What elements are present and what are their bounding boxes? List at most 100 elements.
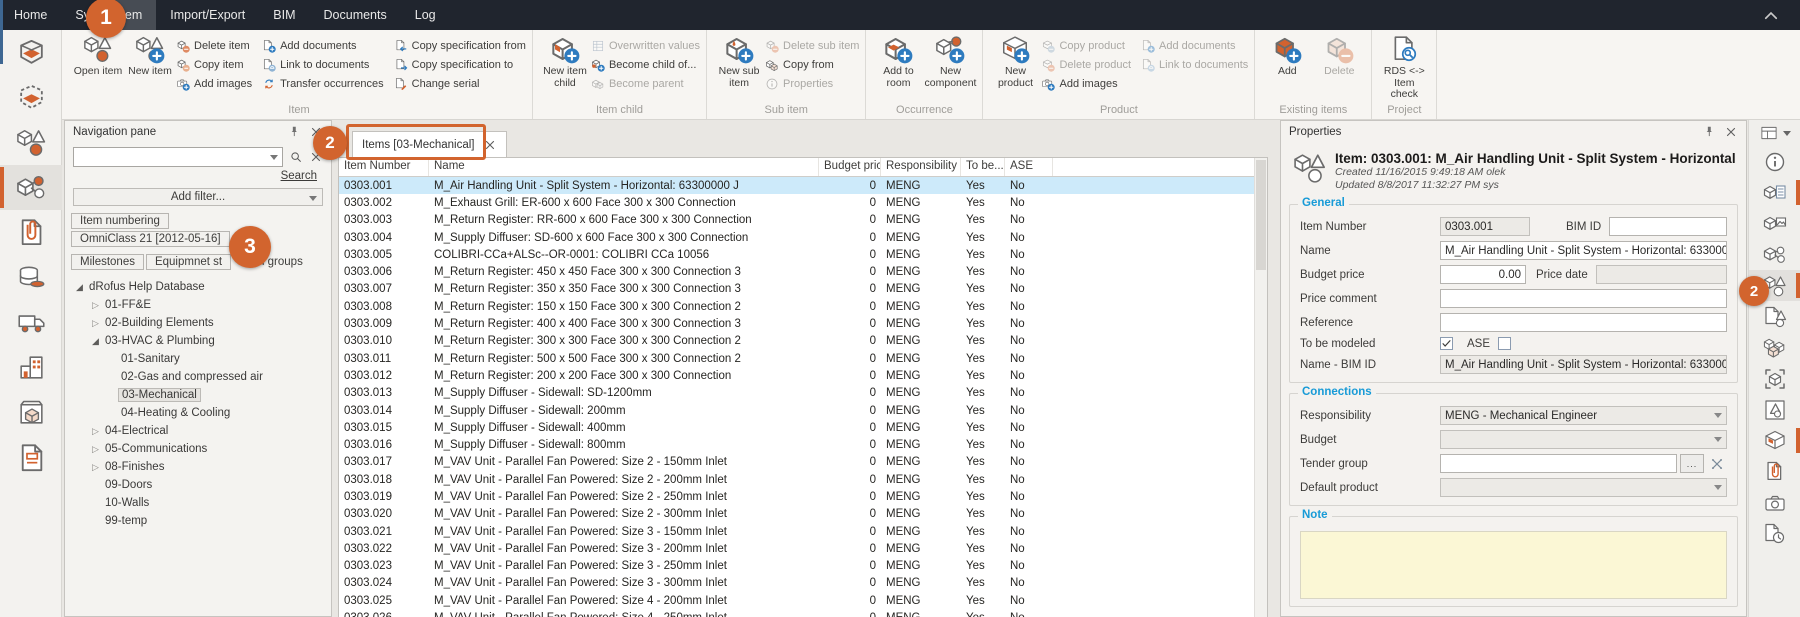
panel-strip-button[interactable] [1749, 332, 1800, 363]
tree-expander-icon[interactable] [89, 462, 102, 473]
table-row[interactable]: 0303.013 M_Supply Diffuser - Sidewall: S… [339, 385, 1267, 402]
sidebar-module-button[interactable] [0, 165, 62, 210]
close-icon[interactable] [1724, 125, 1738, 139]
search-link[interactable]: Search [65, 170, 317, 182]
panel-strip-button[interactable] [1749, 239, 1800, 270]
search-input[interactable] [73, 147, 283, 167]
tree-node[interactable]: 99-temp [65, 512, 331, 530]
ribbon-small-button[interactable]: Become child of... [591, 55, 700, 74]
price-comment-field[interactable] [1440, 289, 1727, 308]
ribbon-small-button[interactable]: Add images [176, 74, 252, 93]
tree-node[interactable]: 02-Building Elements [65, 314, 331, 332]
pin-icon[interactable] [287, 125, 301, 139]
ribbon-small-button[interactable]: Transfer occurrences [262, 74, 384, 93]
table-row[interactable]: 0303.009 M_Return Register: 400 x 400 Fa… [339, 315, 1267, 332]
ribbon-small-button[interactable]: Delete product [1041, 55, 1131, 74]
ribbon-big-button[interactable]: Add [1261, 32, 1313, 80]
menu-item[interactable]: Home [0, 0, 61, 30]
table-row[interactable]: 0303.007 M_Return Register: 350 x 350 Fa… [339, 281, 1267, 298]
table-row[interactable]: 0303.019 M_VAV Unit - Parallel Fan Power… [339, 488, 1267, 505]
table-row[interactable]: 0303.002 M_Exhaust Grill: ER-600 x 600 F… [339, 194, 1267, 211]
scrollbar-thumb[interactable] [1256, 160, 1266, 270]
tree-node[interactable]: 05-Communications [65, 440, 331, 458]
table-row[interactable]: 0303.017 M_VAV Unit - Parallel Fan Power… [339, 454, 1267, 471]
column-header[interactable]: Name [429, 158, 819, 176]
table-row[interactable]: 0303.026 M_VAV Unit - Parallel Fan Power… [339, 609, 1267, 617]
panel-strip-button[interactable] [1749, 363, 1800, 394]
ase-checkbox[interactable] [1498, 337, 1511, 350]
ribbon-small-button[interactable]: Link to documents [262, 55, 384, 74]
ribbon-small-button[interactable]: Add images [1041, 74, 1131, 93]
table-row[interactable]: 0303.011 M_Return Register: 500 x 500 Fa… [339, 350, 1267, 367]
close-tab-icon[interactable] [483, 138, 497, 152]
ribbon-small-button[interactable]: Add documents [1141, 36, 1248, 55]
column-header[interactable]: Responsibility [881, 158, 961, 176]
ribbon-small-button[interactable]: Delete sub item [765, 36, 859, 55]
ribbon-small-button[interactable]: Copy from [765, 55, 859, 74]
tree-expander-icon[interactable] [89, 300, 102, 311]
tree-node[interactable]: 02-Gas and compressed air [65, 368, 331, 386]
ribbon-small-button[interactable]: Change serial [394, 74, 526, 93]
table-row[interactable]: 0303.006 M_Return Register: 450 x 450 Fa… [339, 263, 1267, 280]
table-row[interactable]: 0303.020 M_VAV Unit - Parallel Fan Power… [339, 506, 1267, 523]
ribbon-big-button[interactable]: New item [124, 32, 176, 80]
ribbon-big-button[interactable]: New item child [539, 32, 591, 91]
bim-id-field[interactable] [1609, 217, 1727, 236]
menu-item[interactable]: Import/Export [156, 0, 259, 30]
add-filter-button[interactable]: Add filter... [73, 188, 323, 206]
tree-expander-icon[interactable] [89, 426, 102, 437]
table-row[interactable]: 0303.005 COLIBRI-CCa+ALSc--OR-0001: COLI… [339, 246, 1267, 263]
sidebar-module-button[interactable] [0, 345, 62, 390]
table-row[interactable]: 0303.010 M_Return Register: 300 x 300 Fa… [339, 333, 1267, 350]
table-row[interactable]: 0303.022 M_VAV Unit - Parallel Fan Power… [339, 540, 1267, 557]
panel-strip-button[interactable] [1749, 425, 1800, 456]
table-row[interactable]: 0303.014 M_Supply Diffuser - Sidewall: 2… [339, 402, 1267, 419]
panel-strip-button[interactable] [1749, 208, 1800, 239]
ribbon-small-button[interactable]: Properties [765, 74, 859, 93]
sidebar-module-button[interactable] [0, 30, 62, 75]
responsibility-dropdown[interactable]: MENG - Mechanical Engineer [1440, 406, 1727, 425]
tree-expander-icon[interactable] [73, 282, 86, 293]
tender-group-field[interactable] [1440, 454, 1677, 473]
items-document-tab[interactable]: Items [03-Mechanical] [352, 131, 507, 157]
ribbon-small-button[interactable]: Copy specification from [394, 36, 526, 55]
pin-icon[interactable] [1702, 125, 1716, 139]
ribbon-small-button[interactable]: Add documents [262, 36, 384, 55]
reference-field[interactable] [1440, 313, 1727, 332]
tender-clear-icon[interactable] [1707, 454, 1727, 473]
default-product-dropdown[interactable] [1440, 478, 1727, 497]
table-row[interactable]: 0303.015 M_Supply Diffuser - Sidewall: 4… [339, 419, 1267, 436]
tree-node[interactable]: 10-Walls [65, 494, 331, 512]
sidebar-module-button[interactable] [0, 255, 62, 300]
panel-strip-button[interactable] [1749, 487, 1800, 518]
table-row[interactable]: 0303.003 M_Return Register: RR-600 x 600… [339, 212, 1267, 229]
menu-item[interactable]: BIM [259, 0, 309, 30]
column-header[interactable]: ASE [1005, 158, 1053, 176]
panel-strip-button[interactable] [1749, 394, 1800, 425]
tree-node[interactable]: 01-FF&E [65, 296, 331, 314]
sidebar-module-button[interactable] [0, 210, 62, 255]
tree-node[interactable]: dRofus Help Database [65, 278, 331, 296]
filter-tab[interactable]: Item numbering [71, 213, 169, 229]
ribbon-big-button[interactable]: Open item [72, 32, 124, 80]
note-textarea[interactable] [1300, 531, 1727, 599]
ribbon-small-button[interactable]: Copy specification to [394, 55, 526, 74]
table-row[interactable]: 0303.016 M_Supply Diffuser - Sidewall: 8… [339, 436, 1267, 453]
panel-layout-button[interactable] [1749, 120, 1800, 146]
ribbon-big-button[interactable]: Add to room [872, 32, 924, 91]
tree-node[interactable]: 08-Finishes [65, 458, 331, 476]
search-icon[interactable] [289, 150, 303, 164]
ribbon-big-button[interactable]: New sub item [713, 32, 765, 91]
column-header[interactable]: Budget price [819, 158, 881, 176]
chevron-down-icon[interactable] [270, 155, 278, 160]
table-row[interactable]: 0303.023 M_VAV Unit - Parallel Fan Power… [339, 558, 1267, 575]
ribbon-small-button[interactable]: Delete item [176, 36, 252, 55]
sidebar-module-button[interactable] [0, 75, 62, 120]
item-number-field[interactable]: 0303.001 [1440, 217, 1530, 236]
name-field[interactable]: M_Air Handling Unit - Split System - Hor… [1440, 241, 1727, 260]
sidebar-module-button[interactable] [0, 435, 62, 480]
table-row[interactable]: 0303.001 M_Air Handling Unit - Split Sys… [339, 177, 1267, 194]
price-date-field[interactable] [1596, 265, 1727, 284]
sidebar-module-button[interactable] [0, 120, 62, 165]
ribbon-big-button[interactable]: New product [989, 32, 1041, 91]
